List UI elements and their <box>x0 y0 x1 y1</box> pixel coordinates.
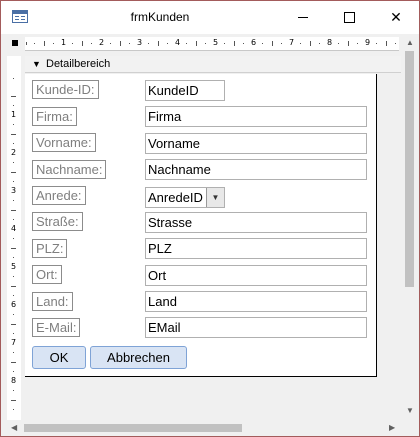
h-ruler-number: 9 <box>365 38 371 47</box>
design-surface: 1 2 3 4 5 6 7 8 9 1 2 3 4 5 6 7 8 ▼ Deta… <box>1 34 419 436</box>
textbox-strasse[interactable]: Strasse <box>145 212 367 233</box>
form-design-window: frmKunden ✕ 1 2 3 4 5 6 7 8 9 1 2 3 4 5 … <box>0 0 420 437</box>
vertical-ruler[interactable]: 1 2 3 4 5 6 7 8 <box>7 56 21 422</box>
h-ruler-number: 2 <box>99 38 105 47</box>
label-strasse[interactable]: Straße: <box>32 212 83 231</box>
label-nachname[interactable]: Nachname: <box>32 160 107 179</box>
label-land[interactable]: Land: <box>32 292 73 311</box>
section-arrow-icon: ▼ <box>32 59 41 69</box>
h-ruler-number: 8 <box>327 38 333 47</box>
form-detail-area[interactable]: Kunde-ID: KundeID Firma: Firma Vorname: … <box>25 74 377 377</box>
horizontal-ruler[interactable]: 1 2 3 4 5 6 7 8 9 <box>25 37 399 51</box>
scroll-left-icon[interactable]: ◀ <box>11 423 17 432</box>
label-anrede[interactable]: Anrede: <box>32 186 86 205</box>
label-ort[interactable]: Ort: <box>32 265 62 284</box>
maximize-icon <box>343 11 355 23</box>
textbox-nachname[interactable]: Nachname <box>145 159 367 180</box>
label-vorname[interactable]: Vorname: <box>32 133 96 152</box>
section-label: Detailbereich <box>46 58 111 70</box>
form-selector[interactable] <box>12 40 18 46</box>
textbox-plz[interactable]: PLZ <box>145 238 367 259</box>
window-title: frmKunden <box>130 10 190 24</box>
vertical-scrollbar[interactable]: ▲ ▼ <box>401 34 418 420</box>
h-ruler-number: 5 <box>213 38 219 47</box>
v-ruler-number: 8 <box>11 376 17 385</box>
v-ruler-number: 2 <box>11 148 17 157</box>
close-button[interactable]: ✕ <box>373 1 419 33</box>
h-ruler-number: 3 <box>137 38 143 47</box>
horizontal-scrollbar[interactable]: ◀ ▶ <box>7 420 401 436</box>
scroll-right-icon[interactable]: ▶ <box>389 423 395 432</box>
scroll-up-icon[interactable]: ▲ <box>406 38 414 47</box>
minimize-button[interactable] <box>280 1 326 33</box>
v-ruler-number: 5 <box>11 262 17 271</box>
v-ruler-number: 7 <box>11 338 17 347</box>
textbox-kunde-id[interactable]: KundeID <box>145 80 225 101</box>
textbox-firma[interactable]: Firma <box>145 106 367 127</box>
vertical-scroll-thumb[interactable] <box>405 51 414 287</box>
title-bar[interactable]: frmKunden ✕ <box>1 1 419 33</box>
label-plz[interactable]: PLZ: <box>32 239 68 258</box>
h-ruler-number: 1 <box>61 38 67 47</box>
close-icon: ✕ <box>390 8 402 25</box>
v-ruler-number: 1 <box>11 110 17 119</box>
maximize-button[interactable] <box>326 1 372 33</box>
textbox-land[interactable]: Land <box>145 291 367 312</box>
textbox-ort[interactable]: Ort <box>145 265 367 286</box>
v-ruler-number: 6 <box>11 300 17 309</box>
ok-button[interactable]: OK <box>32 346 86 369</box>
cancel-button[interactable]: Abbrechen <box>90 346 187 369</box>
h-ruler-number: 6 <box>251 38 257 47</box>
combobox-anrede-value: AnredeID <box>148 190 203 205</box>
minimize-icon <box>298 16 308 18</box>
detail-section-header[interactable]: ▼ Detailbereich <box>25 56 401 73</box>
label-firma[interactable]: Firma: <box>32 107 77 126</box>
combobox-anrede[interactable]: AnredeID ▼ <box>145 187 225 208</box>
chevron-down-icon[interactable]: ▼ <box>206 188 224 207</box>
resize-corner <box>401 420 418 436</box>
textbox-vorname[interactable]: Vorname <box>145 133 367 154</box>
h-ruler-number: 7 <box>289 38 295 47</box>
label-kunde-id[interactable]: Kunde-ID: <box>32 80 99 99</box>
textbox-email[interactable]: EMail <box>145 317 367 338</box>
v-ruler-number: 4 <box>11 224 17 233</box>
scroll-down-icon[interactable]: ▼ <box>406 406 414 415</box>
label-email[interactable]: E-Mail: <box>32 318 81 337</box>
h-ruler-number: 4 <box>175 38 181 47</box>
v-ruler-number: 3 <box>11 186 17 195</box>
horizontal-scroll-thumb[interactable] <box>24 424 242 432</box>
